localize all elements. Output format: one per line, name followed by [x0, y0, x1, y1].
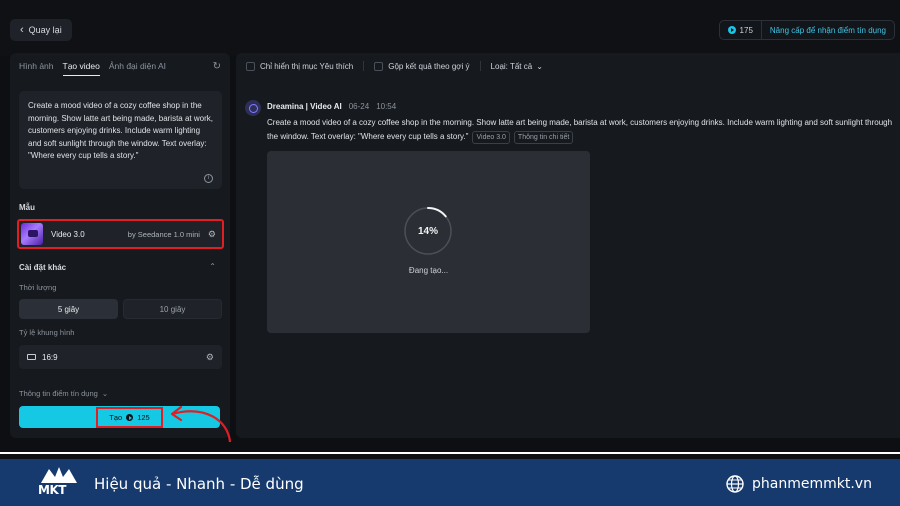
details-tag[interactable]: Thông tin chi tiết — [513, 131, 574, 144]
favorites-filter-label: Chỉ hiển thị mục Yêu thích — [260, 61, 354, 71]
generation-date: 06-24 — [348, 102, 370, 111]
footer-banner: MKT Hiệu quả - Nhanh - Dễ dùng phanmemmk… — [0, 459, 900, 506]
globe-icon — [726, 475, 744, 493]
group-filter-label: Gộp kết quả theo gợi ý — [388, 61, 470, 71]
aspect-ratio-selector[interactable]: 16:9 ⚙ — [19, 345, 222, 369]
credits-bar: 175 Nâng cấp để nhận điểm tín dụng — [718, 20, 895, 40]
type-filter-dropdown[interactable]: Loại: Tất cả ⌄ — [491, 62, 543, 71]
favorites-checkbox[interactable] — [246, 61, 255, 71]
generation-source: Dreamina | Video AI — [267, 102, 342, 111]
model-thumbnail — [21, 223, 43, 245]
create-label: Tạo — [109, 413, 123, 422]
chevron-down-icon: ⌄ — [536, 61, 543, 71]
model-tag[interactable]: Video 3.0 — [472, 131, 510, 144]
ratio-value: 16:9 — [42, 352, 58, 362]
generation-prompt-line2: the window. Text overlay: "Where every c… — [267, 132, 469, 141]
ratio-label: Tỷ lệ khung hình — [19, 328, 75, 337]
info-icon[interactable]: i — [204, 174, 213, 183]
tab-video[interactable]: Tạo video — [62, 61, 100, 76]
results-panel: Chỉ hiển thị mục Yêu thích Gộp kết quả t… — [236, 53, 900, 438]
prompt-input[interactable]: Create a mood video of a cozy coffee sho… — [19, 91, 222, 189]
chevron-up-icon[interactable]: ⌃ — [209, 262, 216, 271]
annotation-arrow-icon — [170, 405, 232, 443]
model-section-title: Mẫu — [19, 203, 35, 212]
creation-tabs: Hình ảnh Tạo video Ảnh đại diện AI — [19, 61, 166, 76]
footer-tagline: Hiệu quả - Nhanh - Dễ dùng — [94, 475, 304, 493]
footer-site[interactable]: phanmemmkt.vn — [752, 476, 872, 492]
group-checkbox[interactable] — [374, 61, 384, 71]
other-settings-title: Cài đặt khác — [19, 263, 67, 272]
sliders-icon: ⚙ — [205, 351, 214, 362]
generation-time: 10:54 — [376, 102, 397, 111]
refresh-icon[interactable]: ↻ — [213, 61, 221, 72]
model-selector[interactable]: Video 3.0 by Seedance 1.0 mini ⚙ — [17, 219, 224, 249]
logo-text: MKT — [38, 483, 66, 497]
left-panel: Hình ảnh Tạo video Ảnh đại diện AI ↻ Cre… — [10, 53, 230, 438]
back-label: Quay lại — [28, 25, 62, 35]
generation-prompt-line1: Create a mood video of a cozy coffee sho… — [267, 118, 893, 127]
chevron-down-icon: ⌄ — [101, 389, 109, 398]
generation-prompt-line2-wrap: the window. Text overlay: "Where every c… — [267, 130, 900, 144]
credit-count-value: 175 — [739, 25, 753, 35]
duration-5s-button[interactable]: 5 giây — [19, 299, 118, 319]
progress-ring: 14% — [402, 205, 454, 257]
credit-info-toggle[interactable]: Thông tin điểm tín dụng ⌄ — [19, 389, 108, 398]
group-filter[interactable]: Gộp kết quả theo gợi ý — [374, 61, 470, 71]
create-cost: 125 — [137, 413, 150, 422]
divider — [479, 61, 481, 71]
tab-ai-avatar[interactable]: Ảnh đại diện AI — [109, 61, 166, 76]
credit-info-label: Thông tin điểm tín dụng — [19, 389, 98, 398]
divider — [363, 61, 365, 71]
upgrade-link[interactable]: Nâng cấp để nhận điểm tín dụng — [762, 26, 894, 35]
credit-coin-icon — [727, 26, 736, 34]
model-name: Video 3.0 — [51, 229, 85, 239]
model-by: by Seedance 1.0 mini — [127, 229, 200, 239]
duration-10s-button[interactable]: 10 giây — [123, 299, 222, 319]
duration-label: Thời lượng — [19, 283, 57, 292]
credit-count: 175 — [720, 21, 762, 39]
prompt-text: Create a mood video of a cozy coffee sho… — [28, 101, 213, 160]
footer-divider — [0, 452, 900, 454]
video-preview-card[interactable]: 14% Đang tạo... — [267, 151, 590, 333]
tab-image[interactable]: Hình ảnh — [19, 61, 54, 76]
chevron-left-icon: ‹ — [20, 23, 24, 36]
favorites-filter[interactable]: Chỉ hiển thị mục Yêu thích — [246, 61, 354, 71]
type-filter-label: Loại: Tất cả — [490, 61, 533, 71]
dreamina-avatar — [245, 100, 261, 116]
filter-bar: Chỉ hiển thị mục Yêu thích Gộp kết quả t… — [246, 61, 543, 71]
sliders-icon[interactable]: ⚙ — [208, 229, 216, 240]
aspect-ratio-icon — [27, 354, 36, 360]
back-button[interactable]: ‹ Quay lại — [10, 19, 72, 41]
credit-coin-icon — [126, 414, 134, 421]
generation-prompt: Create a mood video of a cozy coffee sho… — [267, 116, 900, 144]
loading-label: Đang tạo... — [408, 266, 449, 275]
generation-header: Dreamina | Video AI 06-24 10:54 — [267, 102, 396, 111]
top-bar: ‹ Quay lại 175 Nâng cấp để nhận điểm tín… — [0, 0, 900, 56]
progress-percent: 14% — [417, 225, 438, 237]
